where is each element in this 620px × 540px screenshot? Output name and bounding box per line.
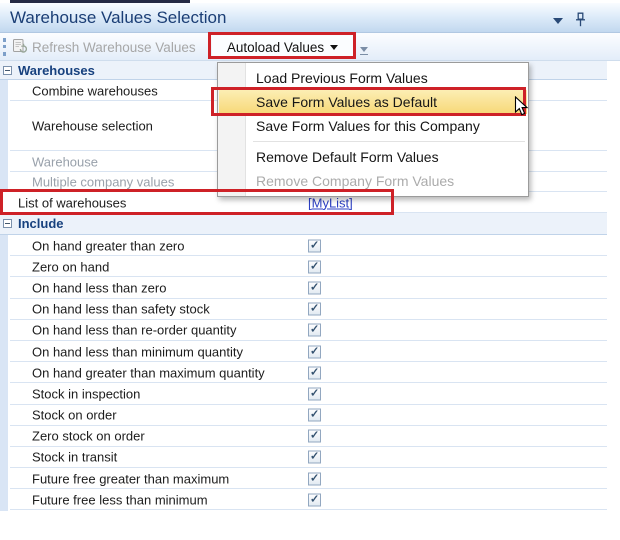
table-row: Future free greater than maximum xyxy=(0,468,607,490)
panel-titlebar: Warehouse Values Selection xyxy=(0,3,620,33)
row-label: On hand less than re-order quantity xyxy=(32,322,237,338)
table-row: Stock in transit xyxy=(0,447,607,469)
chevron-down-icon[interactable] xyxy=(553,18,563,24)
row-label: Zero stock on order xyxy=(32,428,145,444)
menu-item-remove-default[interactable]: Remove Default Form Values xyxy=(219,145,527,169)
row-label: Warehouse xyxy=(32,154,98,169)
checkbox-checked[interactable] xyxy=(308,492,321,507)
dropdown-caret-icon xyxy=(330,45,339,50)
refresh-button-label: Refresh Warehouse Values xyxy=(32,39,196,55)
table-row: On hand greater than maximum quantity xyxy=(0,362,607,384)
row-label: Warehouse selection xyxy=(32,118,153,134)
checkbox-checked[interactable] xyxy=(308,344,321,359)
refresh-icon xyxy=(12,38,28,56)
row-label: Future free less than minimum xyxy=(32,492,208,508)
collapse-icon[interactable] xyxy=(3,219,12,228)
checkbox-checked[interactable] xyxy=(308,280,321,295)
table-row: On hand less than re-order quantity xyxy=(0,320,607,342)
table-row: Zero on hand xyxy=(0,256,607,278)
checkbox-checked[interactable] xyxy=(308,471,321,486)
toolbar: Refresh Warehouse Values Autoload Values xyxy=(0,33,620,61)
autoload-button-label: Autoload Values xyxy=(226,40,325,55)
mylist-link[interactable]: [MyList] xyxy=(308,195,353,210)
table-row: Stock in inspection xyxy=(0,383,607,405)
menu-item-save-default[interactable]: Save Form Values as Default xyxy=(219,90,527,114)
toolbar-overflow-icon[interactable] xyxy=(359,46,368,57)
row-label: Stock on order xyxy=(32,407,117,423)
menu-separator xyxy=(253,141,525,142)
pin-icon[interactable] xyxy=(575,12,586,33)
row-label: Stock in inspection xyxy=(32,386,141,402)
checkbox-checked[interactable] xyxy=(308,450,321,464)
row-label: Combine warehouses xyxy=(32,83,158,98)
grid-indent-gutter xyxy=(0,80,8,192)
row-label: List of warehouses xyxy=(18,195,127,210)
panel-title: Warehouse Values Selection xyxy=(10,8,227,27)
section-title: Include xyxy=(18,216,64,231)
section-title: Warehouses xyxy=(18,62,95,78)
table-row: On hand less than minimum quantity xyxy=(0,341,607,363)
autoload-values-button[interactable]: Autoload Values xyxy=(212,36,353,59)
checkbox-checked[interactable] xyxy=(308,238,321,253)
row-label: On hand greater than maximum quantity xyxy=(32,365,265,381)
row-label: Multiple company values xyxy=(32,174,175,190)
menu-item-remove-company: Remove Company Form Values xyxy=(256,173,455,189)
row-label: On hand less than safety stock xyxy=(32,301,210,317)
table-row: Zero stock on order xyxy=(0,426,607,448)
refresh-warehouse-values-button: Refresh Warehouse Values xyxy=(12,33,196,61)
row-label: Future free greater than maximum xyxy=(32,471,230,487)
section-header-include: Include xyxy=(0,213,607,235)
row-label: On hand less than minimum quantity xyxy=(32,344,243,360)
checkbox-checked[interactable] xyxy=(308,259,321,274)
grid-indent-gutter xyxy=(0,235,8,511)
table-row: On hand less than zero xyxy=(0,277,607,299)
table-row: Future free less than minimum xyxy=(0,489,607,511)
menu-item-save-company[interactable]: Save Form Values for this Company xyxy=(219,114,527,138)
row-label: Stock in transit xyxy=(32,449,118,465)
toolbar-grip-handle[interactable] xyxy=(3,38,6,56)
checkbox-checked[interactable] xyxy=(308,365,321,380)
checkbox-checked[interactable] xyxy=(308,429,321,443)
table-row: On hand less than safety stock xyxy=(0,299,607,320)
table-row: Stock on order xyxy=(0,405,607,426)
checkbox-checked[interactable] xyxy=(308,323,321,337)
row-label: On hand greater than zero xyxy=(32,238,185,254)
menu-item-load-previous[interactable]: Load Previous Form Values xyxy=(219,66,527,90)
checkbox-checked[interactable] xyxy=(308,386,321,401)
checkbox-checked[interactable] xyxy=(308,302,321,316)
row-label: Zero on hand xyxy=(32,259,110,275)
table-row: On hand greater than zero xyxy=(0,235,607,257)
autoload-values-menu: Load Previous Form Values Save Form Valu… xyxy=(217,62,529,197)
row-label: On hand less than zero xyxy=(32,280,167,296)
collapse-icon[interactable] xyxy=(3,65,12,75)
checkbox-checked[interactable] xyxy=(308,408,321,422)
